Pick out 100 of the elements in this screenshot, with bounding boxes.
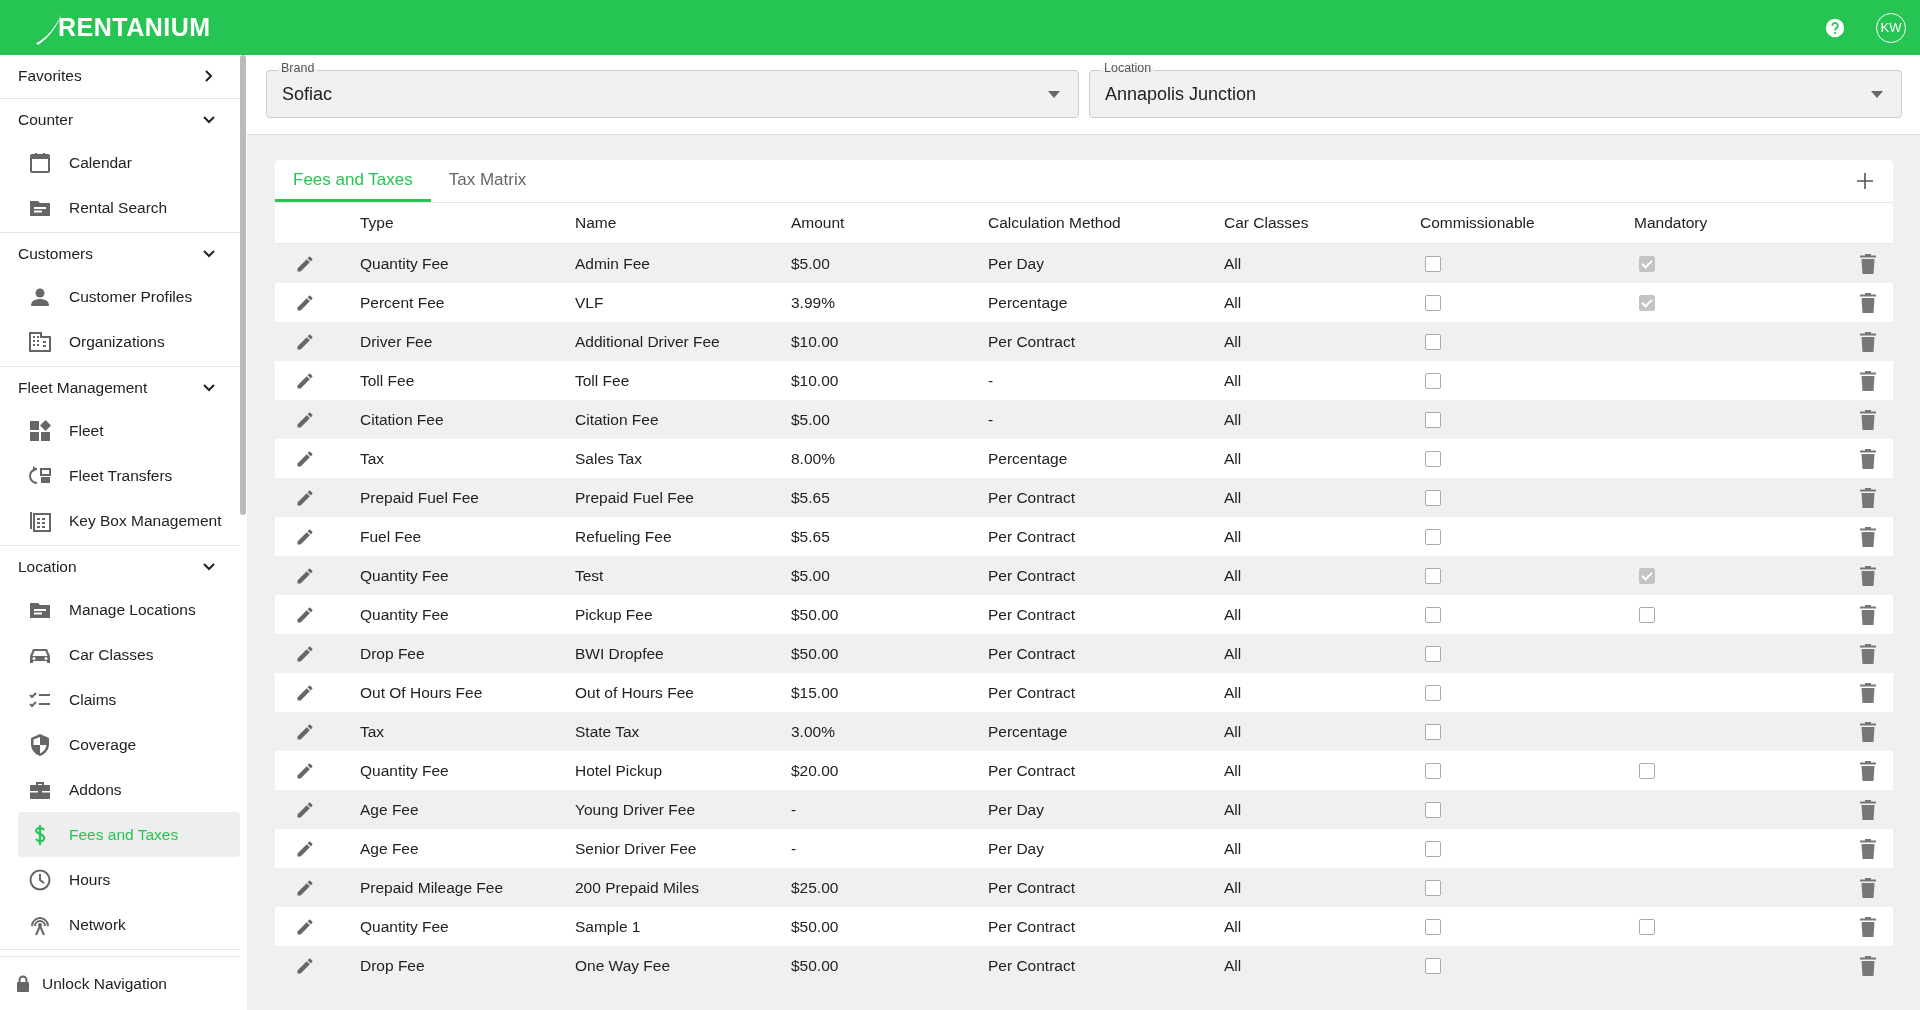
commissionable-checkbox[interactable] <box>1425 450 1441 467</box>
delete-icon[interactable] <box>1860 877 1876 898</box>
table-cell-text: Sales Tax <box>575 449 643 468</box>
nav-item[interactable]: Car Classes <box>18 632 240 677</box>
mandatory-checkbox[interactable] <box>1639 567 1655 584</box>
commissionable-checkbox[interactable] <box>1425 333 1441 350</box>
delete-icon[interactable] <box>1860 370 1876 391</box>
delete-icon[interactable] <box>1860 292 1876 313</box>
edit-icon[interactable] <box>295 721 315 742</box>
commissionable-checkbox[interactable] <box>1425 567 1441 584</box>
edit-icon[interactable] <box>295 643 315 664</box>
delete-icon[interactable] <box>1860 721 1876 742</box>
add-icon[interactable] <box>1857 173 1873 189</box>
commissionable-checkbox[interactable] <box>1425 957 1441 974</box>
edit-icon[interactable] <box>295 331 315 352</box>
nav-section-header[interactable]: Customers <box>0 233 240 274</box>
commissionable-checkbox[interactable] <box>1425 918 1441 935</box>
commissionable-checkbox[interactable] <box>1425 840 1441 857</box>
commissionable-checkbox[interactable] <box>1425 645 1441 662</box>
nav-item[interactable]: Coverage <box>18 722 240 767</box>
mandatory-checkbox[interactable] <box>1639 606 1655 623</box>
nav-section-header[interactable]: Fleet Management <box>0 367 240 408</box>
commissionable-checkbox[interactable] <box>1425 879 1441 896</box>
edit-icon[interactable] <box>295 799 315 820</box>
edit-icon[interactable] <box>295 760 315 781</box>
nav-item[interactable]: Rental Search <box>18 185 240 230</box>
nav-item[interactable]: Key Box Management <box>18 498 240 543</box>
table-cell-text: $5.65 <box>791 527 831 546</box>
nav-item[interactable]: Customer Profiles <box>18 274 240 319</box>
table-cell-text: BWI Dropfee <box>575 644 665 663</box>
mandatory-checkbox[interactable] <box>1639 762 1655 779</box>
table-cell-text: Pickup Fee <box>575 605 654 624</box>
delete-icon[interactable] <box>1860 604 1876 625</box>
edit-icon[interactable] <box>295 487 315 508</box>
delete-icon[interactable] <box>1860 916 1876 937</box>
commissionable-checkbox[interactable] <box>1425 762 1441 779</box>
table-cell-text: $50.00 <box>791 605 840 624</box>
commissionable-checkbox[interactable] <box>1425 294 1441 311</box>
delete-icon[interactable] <box>1860 253 1876 274</box>
scrollbar-thumb[interactable] <box>240 55 246 515</box>
delete-icon[interactable] <box>1860 682 1876 703</box>
nav-item[interactable]: Fleet Transfers <box>18 453 240 498</box>
table-cell-text: All <box>1224 449 1243 468</box>
commissionable-checkbox[interactable] <box>1425 723 1441 740</box>
delete-icon[interactable] <box>1860 526 1876 547</box>
delete-icon[interactable] <box>1860 838 1876 859</box>
commissionable-checkbox[interactable] <box>1425 684 1441 701</box>
commissionable-checkbox[interactable] <box>1425 411 1441 428</box>
mandatory-checkbox[interactable] <box>1639 255 1655 272</box>
edit-icon[interactable] <box>295 838 315 859</box>
delete-icon[interactable] <box>1860 409 1876 430</box>
table-cell-text: All <box>1224 254 1243 273</box>
delete-icon[interactable] <box>1860 331 1876 352</box>
nav-item[interactable]: Claims <box>18 677 240 722</box>
table-cell-text: Prepaid Fuel Fee <box>575 488 695 507</box>
nav-item[interactable]: Network <box>18 902 240 947</box>
commissionable-checkbox[interactable] <box>1425 255 1441 272</box>
edit-icon[interactable] <box>295 526 315 547</box>
commissionable-checkbox[interactable] <box>1425 606 1441 623</box>
edit-icon[interactable] <box>295 253 315 274</box>
nav-item[interactable]: Manage Locations <box>18 587 240 632</box>
edit-icon[interactable] <box>295 448 315 469</box>
nav-item[interactable]: Calendar <box>18 140 240 185</box>
delete-icon[interactable] <box>1860 448 1876 469</box>
nav-item[interactable]: Fleet <box>18 408 240 453</box>
delete-icon[interactable] <box>1860 799 1876 820</box>
delete-icon[interactable] <box>1860 955 1876 976</box>
nav-section-header[interactable]: Counter <box>0 99 240 140</box>
table-cell-text: - <box>988 371 995 390</box>
commissionable-checkbox[interactable] <box>1425 801 1441 818</box>
help-icon[interactable] <box>1824 16 1846 39</box>
nav-item[interactable]: Organizations <box>18 319 240 364</box>
edit-icon[interactable] <box>295 565 315 586</box>
table-cell-text: Per Contract <box>988 332 1076 351</box>
mandatory-checkbox[interactable] <box>1639 294 1655 311</box>
delete-icon[interactable] <box>1860 565 1876 586</box>
mandatory-checkbox[interactable] <box>1639 918 1655 935</box>
table-cell-text: All <box>1224 956 1243 975</box>
nav-item[interactable]: Addons <box>18 767 240 812</box>
commissionable-checkbox[interactable] <box>1425 489 1441 506</box>
edit-icon[interactable] <box>295 916 315 937</box>
nav-item[interactable]: Hours <box>18 857 240 902</box>
edit-icon[interactable] <box>295 292 315 313</box>
commissionable-checkbox[interactable] <box>1425 372 1441 389</box>
commissionable-checkbox[interactable] <box>1425 528 1441 545</box>
tab[interactable]: Tax Matrix <box>430 160 545 202</box>
edit-icon[interactable] <box>295 682 315 703</box>
table-cell-text: Prepaid Mileage Fee <box>360 878 505 897</box>
table-cell-text: Prepaid Fuel Fee <box>360 488 480 507</box>
edit-icon[interactable] <box>295 955 315 976</box>
nav-section-header[interactable]: Location <box>0 546 240 587</box>
delete-icon[interactable] <box>1860 643 1876 664</box>
edit-icon[interactable] <box>295 370 315 391</box>
delete-icon[interactable] <box>1860 760 1876 781</box>
table-cell-text: $50.00 <box>791 956 840 975</box>
nav-section-header[interactable]: Favorites <box>0 55 240 96</box>
edit-icon[interactable] <box>295 604 315 625</box>
edit-icon[interactable] <box>295 877 315 898</box>
edit-icon[interactable] <box>295 409 315 430</box>
delete-icon[interactable] <box>1860 487 1876 508</box>
